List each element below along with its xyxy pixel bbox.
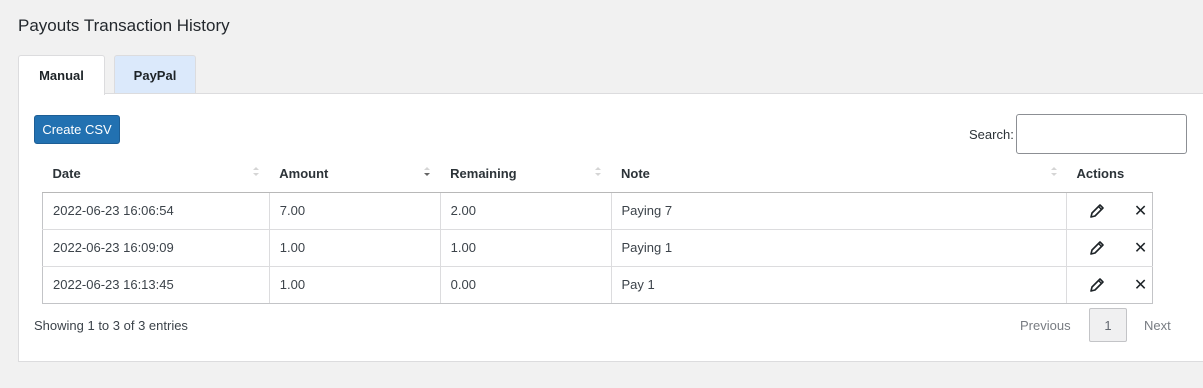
cell-remaining: 2.00	[440, 192, 612, 230]
column-header-label: Actions	[1076, 165, 1125, 181]
pencil-icon[interactable]	[1087, 275, 1107, 295]
create-csv-button[interactable]: Create CSV	[34, 115, 120, 144]
close-icon[interactable]: ✕	[1131, 201, 1151, 221]
column-header-amount[interactable]: Amount	[269, 155, 441, 193]
close-icon[interactable]: ✕	[1131, 275, 1151, 295]
cell-amount: 1.00	[269, 266, 441, 304]
cell-remaining: 0.00	[440, 266, 612, 304]
transactions-table: Date Amount Remaining Note Actions 2022-…	[42, 155, 1153, 304]
table-row: 2022-06-23 16:06:54 7.00 2.00 Paying 7 ✕	[42, 192, 1153, 230]
cell-date: 2022-06-23 16:09:09	[42, 229, 270, 267]
pagination-page-1[interactable]: 1	[1089, 308, 1127, 342]
column-header-label: Remaining	[450, 165, 517, 181]
sort-desc-icon	[424, 167, 431, 179]
tab-paypal[interactable]: PayPal	[114, 55, 196, 94]
cell-note: Pay 1	[611, 266, 1068, 304]
pagination-next[interactable]: Next	[1144, 318, 1171, 333]
cell-amount: 1.00	[269, 229, 441, 267]
sort-icon	[253, 167, 260, 179]
column-header-label: Note	[621, 165, 650, 181]
table-header-row: Date Amount Remaining Note Actions	[42, 155, 1153, 193]
sort-icon	[1050, 167, 1057, 179]
pencil-icon[interactable]	[1087, 238, 1107, 258]
search-input[interactable]	[1016, 114, 1187, 154]
cell-actions: ✕	[1066, 192, 1153, 230]
cell-date: 2022-06-23 16:13:45	[42, 266, 270, 304]
column-header-note[interactable]: Note	[611, 155, 1067, 193]
pagination-previous[interactable]: Previous	[1020, 318, 1071, 333]
table-row: 2022-06-23 16:13:45 1.00 0.00 Pay 1 ✕	[42, 266, 1153, 304]
tab-manual[interactable]: Manual	[18, 55, 105, 95]
close-icon[interactable]: ✕	[1131, 238, 1151, 258]
pencil-icon[interactable]	[1087, 201, 1107, 221]
column-header-actions: Actions	[1066, 155, 1153, 193]
cell-remaining: 1.00	[440, 229, 612, 267]
table-info: Showing 1 to 3 of 3 entries	[34, 318, 188, 333]
page-title: Payouts Transaction History	[18, 16, 230, 35]
column-header-remaining[interactable]: Remaining	[440, 155, 612, 193]
column-header-label: Amount	[279, 165, 329, 181]
column-header-date[interactable]: Date	[42, 155, 270, 193]
cell-actions: ✕	[1066, 266, 1153, 304]
cell-note: Paying 7	[611, 192, 1068, 230]
search-label: Search:	[969, 127, 1014, 142]
column-header-label: Date	[52, 165, 81, 181]
cell-date: 2022-06-23 16:06:54	[42, 192, 270, 230]
table-row: 2022-06-23 16:09:09 1.00 1.00 Paying 1 ✕	[42, 229, 1153, 267]
sort-icon	[595, 167, 602, 179]
cell-actions: ✕	[1066, 229, 1153, 267]
cell-amount: 7.00	[269, 192, 441, 230]
cell-note: Paying 1	[611, 229, 1068, 267]
